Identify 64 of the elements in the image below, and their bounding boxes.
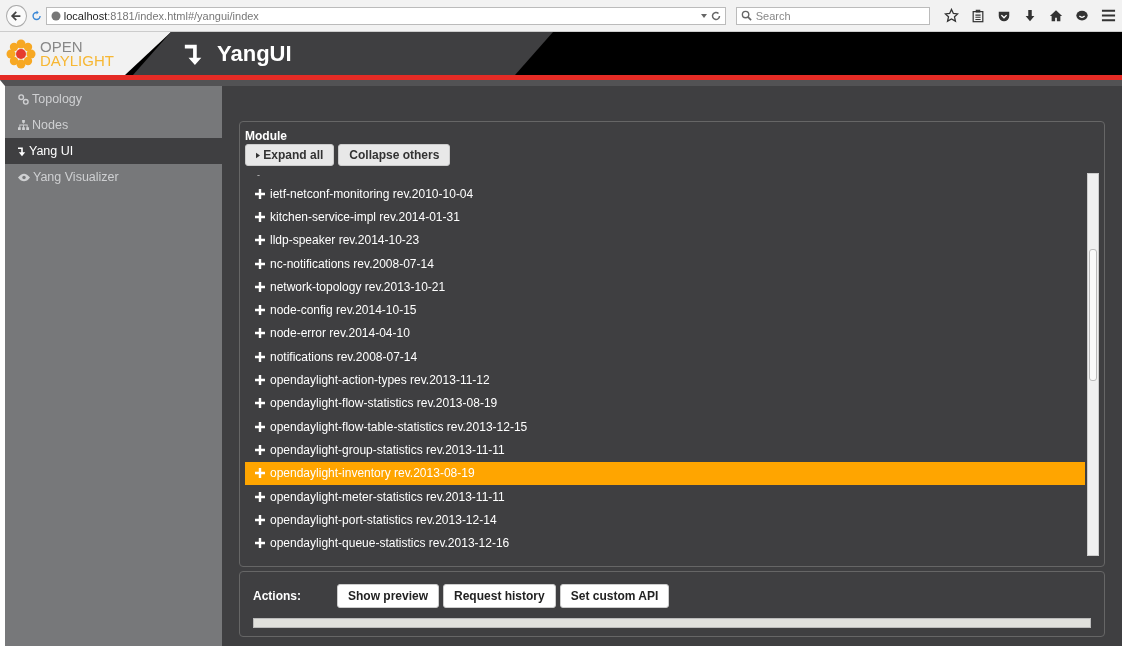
logo-text: DAYLIGHT <box>40 53 114 68</box>
plus-icon <box>255 398 265 409</box>
actions-label: Actions: <box>253 589 302 603</box>
menu-icon[interactable] <box>1101 8 1116 23</box>
sidebar-item[interactable]: Yang UI <box>5 138 222 164</box>
globe-icon <box>50 10 61 21</box>
plus-icon <box>255 188 265 199</box>
action-button[interactable]: Request history <box>443 584 556 608</box>
back-button[interactable] <box>6 4 27 27</box>
plus-icon <box>255 281 265 292</box>
plus-icon <box>255 305 265 316</box>
module-item[interactable]: opendaylight-meter-statistics rev.2013-11-11 <box>245 484 1085 509</box>
plus-icon <box>255 491 265 502</box>
clipboard-icon[interactable] <box>971 8 985 23</box>
plus-icon <box>255 514 265 525</box>
search-icon <box>740 10 752 21</box>
action-button[interactable]: Show preview <box>337 584 440 608</box>
plus-icon <box>255 235 265 246</box>
module-item[interactable]: opendaylight-action-types rev.2013-11-12 <box>245 368 1085 392</box>
module-item[interactable]: notifications rev.2008-07-14 <box>245 345 1085 369</box>
module-item[interactable]: lldp-speaker rev.2014-10-23 <box>245 228 1085 252</box>
reload-icon[interactable] <box>30 9 42 22</box>
module-label: Module <box>245 129 288 143</box>
eye-icon <box>18 172 30 182</box>
reload-icon[interactable] <box>710 10 721 21</box>
logo-text: OPEN <box>40 39 84 54</box>
module-item[interactable]: opendaylight-flow-statistics rev.2013-08-19 <box>245 391 1085 415</box>
search-field[interactable]: Search <box>735 6 930 25</box>
hierarchy-icon <box>18 119 29 131</box>
expand-all-button[interactable]: Expand all <box>245 144 335 166</box>
plus-icon <box>255 258 265 269</box>
chat-icon[interactable] <box>1075 8 1089 23</box>
module-item[interactable]: opendaylight-group-statistics rev.2013-11-11 <box>245 438 1085 462</box>
action-button[interactable]: Set custom API <box>559 584 670 608</box>
module-item[interactable]: nc-notifications rev.2008-07-14 <box>245 251 1085 276</box>
home-icon[interactable] <box>1049 8 1063 23</box>
plus-icon <box>255 211 265 222</box>
module-item[interactable]: opendaylight-flow-table-statistics rev.2013-12-15 <box>245 414 1085 439</box>
module-item[interactable]: node-config rev.2014-10-15 <box>245 298 1085 322</box>
plus-icon <box>255 375 265 385</box>
plus-icon <box>255 328 265 339</box>
app-title: YangUI <box>217 40 292 67</box>
caret-icon <box>256 152 260 159</box>
plus-icon <box>255 444 265 455</box>
module-item[interactable]: ietf-netconf-monitoring rev.2010-10-04 <box>245 182 1085 206</box>
module-item[interactable]: kitchen-service-impl rev.2014-01-31 <box>245 205 1085 229</box>
scrollbar[interactable] <box>253 618 1091 628</box>
module-item[interactable]: network-topology rev.2013-10-21 <box>245 275 1085 299</box>
module-item[interactable]: opendaylight-queue-statistics rev.2013-12-16 <box>245 531 1085 555</box>
plus-icon <box>255 468 265 479</box>
flower-icon <box>6 38 36 69</box>
star-icon[interactable] <box>944 8 959 23</box>
plus-icon <box>255 421 265 432</box>
list-item: - <box>256 173 261 182</box>
plus-icon <box>255 351 265 362</box>
module-item[interactable]: opendaylight-port-statistics rev.2013-12-14 <box>245 508 1085 532</box>
plus-icon <box>255 538 265 549</box>
address-field[interactable]: localhost:8181/index.html#/yangui/index <box>45 6 726 25</box>
collapse-others-button[interactable]: Collapse others <box>338 144 451 166</box>
module-item[interactable]: node-error rev.2014-04-10 <box>245 321 1085 346</box>
link-icon <box>18 93 29 105</box>
download-icon[interactable] <box>1023 8 1037 23</box>
turn-arrow-icon <box>18 145 26 157</box>
scrollbar[interactable] <box>1087 173 1099 556</box>
